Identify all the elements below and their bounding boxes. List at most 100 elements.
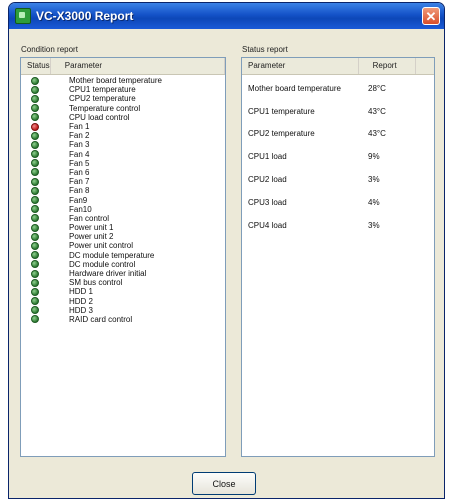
ok-status-icon: [31, 223, 39, 232]
table-row[interactable]: Fan9: [21, 195, 225, 205]
table-row[interactable]: CPU2 temperature 43°C: [242, 123, 434, 146]
parameter-cell: Temperature control: [69, 103, 141, 113]
ok-status-icon: [31, 214, 39, 223]
status-cell: [21, 214, 49, 223]
table-row[interactable]: Fan 7: [21, 177, 225, 186]
table-row[interactable]: Fan 4: [21, 150, 225, 159]
ok-status-icon: [31, 131, 39, 140]
table-row[interactable]: CPU1 load 9%: [242, 145, 434, 168]
status-header: Parameter Report: [242, 58, 434, 75]
ok-status-icon: [31, 278, 39, 287]
ok-status-icon: [31, 159, 39, 168]
window-client: Condition report Status Parameter Mother…: [9, 29, 444, 498]
parameter-cell: Fan9: [69, 195, 88, 205]
table-row[interactable]: CPU2 load 3%: [242, 168, 434, 191]
ok-status-icon: [31, 140, 39, 149]
table-row[interactable]: Mother board temperature: [21, 76, 225, 85]
table-row[interactable]: Hardware driver initial: [21, 269, 225, 278]
ok-status-icon: [31, 260, 39, 269]
table-row[interactable]: CPU3 load 4%: [242, 191, 434, 214]
table-row[interactable]: Mother board temperature 28°C: [242, 77, 434, 100]
table-row[interactable]: Fan control: [21, 214, 225, 223]
title-bar[interactable]: VC-X3000 Report ✕: [9, 3, 444, 29]
parameter-cell: CPU2 load: [248, 175, 287, 185]
ok-status-icon: [31, 196, 39, 205]
status-cell: [21, 150, 49, 159]
condition-report-list[interactable]: Status Parameter Mother board temperatur…: [20, 57, 226, 457]
table-row[interactable]: CPU1 temperature 43°C: [242, 100, 434, 123]
ok-status-icon: [31, 315, 39, 324]
parameter-cell: Fan 8: [69, 186, 90, 196]
status-report-label: Status report: [242, 45, 288, 54]
report-cell: 43°C: [368, 106, 386, 116]
table-row[interactable]: Fan 3: [21, 140, 225, 149]
col-parameter-header[interactable]: Parameter: [242, 58, 359, 74]
close-icon: ✕: [425, 9, 437, 24]
status-report-list[interactable]: Parameter Report Mother board temperatur…: [241, 57, 435, 457]
parameter-cell: Mother board temperature: [248, 83, 341, 93]
status-cell: [21, 159, 49, 168]
table-row[interactable]: Fan 5: [21, 159, 225, 168]
window-title: VC-X3000 Report: [36, 9, 134, 23]
ok-status-icon: [31, 306, 39, 315]
table-row[interactable]: DC module control: [21, 260, 225, 269]
parameter-cell: Fan 7: [69, 177, 90, 187]
parameter-cell: CPU4 load: [248, 220, 287, 230]
table-row[interactable]: RAID card control: [21, 315, 225, 324]
ok-status-icon: [31, 85, 39, 94]
ok-status-icon: [31, 251, 39, 260]
table-row[interactable]: Fan 1: [21, 122, 225, 131]
col-report-header[interactable]: Report: [359, 58, 417, 74]
status-cell: [21, 260, 49, 269]
table-row[interactable]: CPU4 load 3%: [242, 214, 434, 237]
status-cell: [21, 76, 49, 85]
parameter-cell: DC module temperature: [69, 250, 155, 260]
table-row[interactable]: SM bus control: [21, 278, 225, 287]
col-parameter-header[interactable]: Parameter: [51, 58, 225, 74]
table-row[interactable]: Temperature control: [21, 104, 225, 113]
window-close-button[interactable]: ✕: [422, 7, 440, 25]
status-cell: [21, 297, 49, 306]
table-row[interactable]: Fan 2: [21, 131, 225, 140]
parameter-cell: Fan 1: [69, 122, 90, 132]
status-cell: [21, 306, 49, 315]
table-row[interactable]: Fan 6: [21, 168, 225, 177]
status-cell: [21, 241, 49, 250]
status-cell: [21, 140, 49, 149]
ok-status-icon: [31, 113, 39, 122]
table-row[interactable]: CPU load control: [21, 113, 225, 122]
ok-status-icon: [31, 104, 39, 113]
parameter-cell: Fan 4: [69, 149, 90, 159]
parameter-cell: CPU3 load: [248, 197, 287, 207]
ok-status-icon: [31, 241, 39, 250]
condition-header: Status Parameter: [21, 58, 225, 75]
parameter-cell: Fan control: [69, 213, 110, 223]
parameter-cell: Fan10: [69, 204, 92, 214]
table-row[interactable]: CPU2 temperature: [21, 94, 225, 103]
status-rows: Mother board temperature 28°C CPU1 tempera…: [242, 75, 434, 237]
ok-status-icon: [31, 177, 39, 186]
col-status-header[interactable]: Status: [21, 58, 51, 74]
ok-status-icon: [31, 94, 39, 103]
table-row[interactable]: HDD 3: [21, 306, 225, 315]
report-cell: 4%: [368, 197, 380, 207]
parameter-cell: Fan 3: [69, 140, 90, 150]
close-button[interactable]: Close: [192, 472, 256, 495]
status-cell: [21, 223, 49, 232]
table-row[interactable]: CPU1 temperature: [21, 85, 225, 94]
parameter-cell: Power unit control: [69, 241, 134, 251]
parameter-cell: HDD 3: [69, 305, 94, 315]
table-row[interactable]: Fan10: [21, 205, 225, 214]
table-row[interactable]: HDD 2: [21, 297, 225, 306]
parameter-cell: HDD 1: [69, 287, 94, 297]
table-row[interactable]: HDD 1: [21, 287, 225, 296]
table-row[interactable]: Fan 8: [21, 186, 225, 195]
status-cell: [21, 104, 49, 113]
table-row[interactable]: DC module temperature: [21, 251, 225, 260]
status-cell: [21, 205, 49, 214]
table-row[interactable]: Power unit 1: [21, 223, 225, 232]
table-row[interactable]: Power unit 2: [21, 232, 225, 241]
col-spacer: [416, 58, 434, 74]
table-row[interactable]: Power unit control: [21, 241, 225, 250]
ok-status-icon: [31, 150, 39, 159]
